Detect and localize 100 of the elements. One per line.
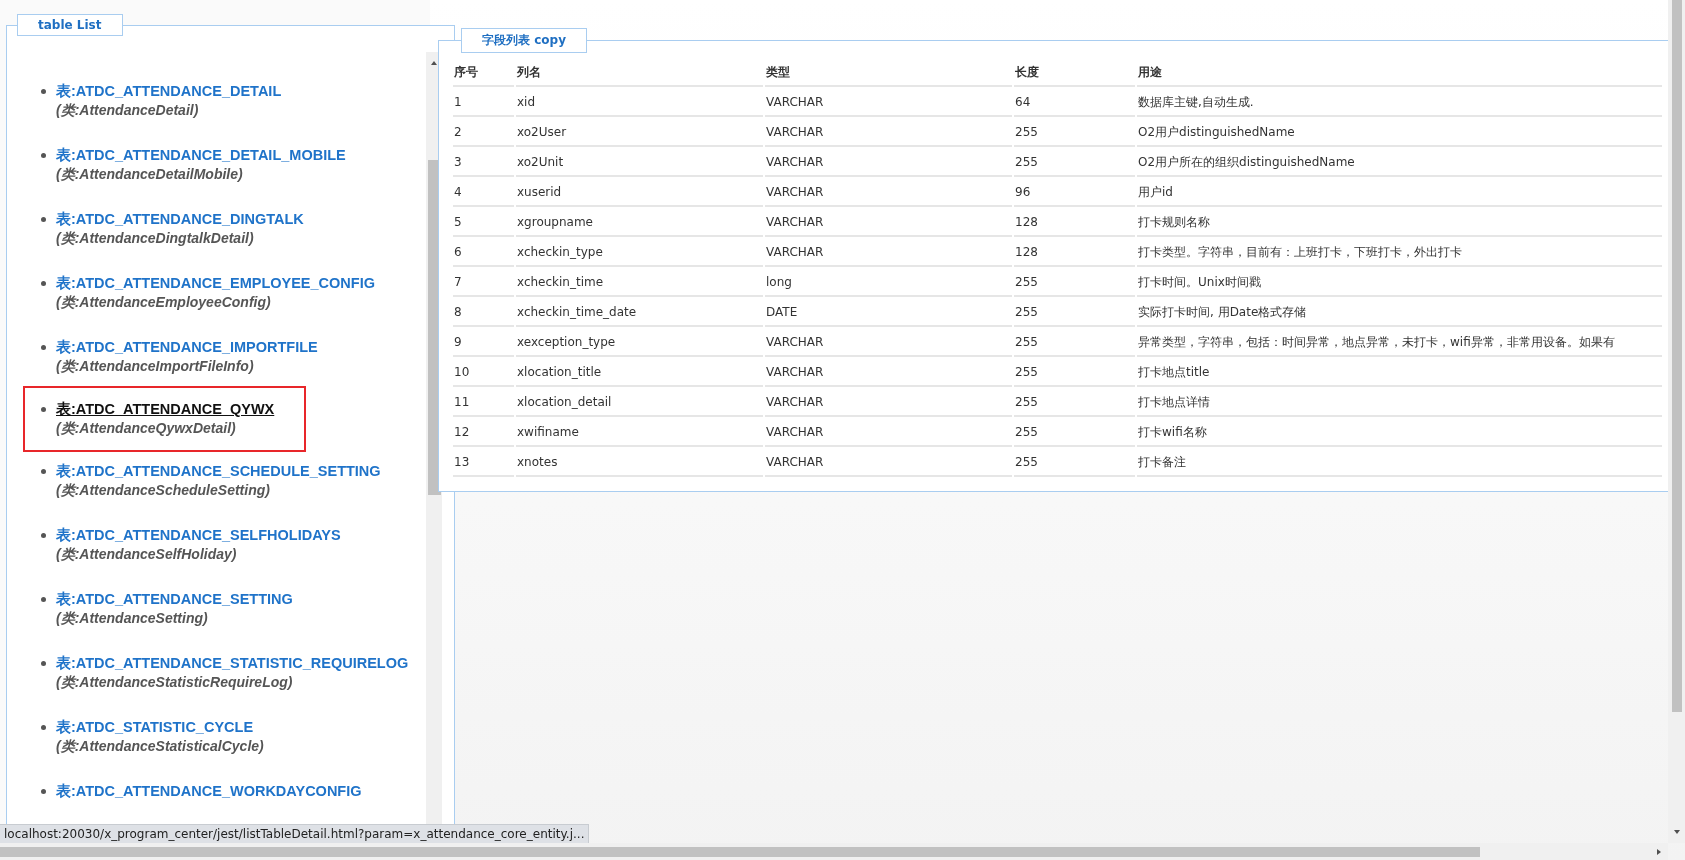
table-cell: 打卡时间。Unix时间戳 [1137,269,1662,297]
table-cell: 打卡地点title [1137,359,1662,387]
column-header: 序号 [453,55,514,87]
table-cell: 255 [1014,329,1135,357]
table-link[interactable]: 表:ATDC_ATTENDANCE_SCHEDULE_SETTING [56,462,381,481]
horizontal-scrollbar[interactable] [0,843,1668,860]
class-name: (类:AttendanceQywxDetail) [56,419,237,438]
table-cell: O2用户所在的组织distinguishedName [1137,149,1662,177]
list-item[interactable]: 表:ATDC_ATTENDANCE_DETAIL (类:AttendanceDetail) [23,78,300,124]
list-item[interactable]: 表:ATDC_ATTENDANCE_EMPLOYEE_CONFIG (类:AttendanceEmployeeConfig) [23,270,393,316]
class-name: (类:AttendanceScheduleSetting) [56,481,271,500]
table-link[interactable]: 表:ATDC_STATISTIC_CYCLE [56,718,264,737]
table-cell: 5 [453,209,514,237]
table-cell: 255 [1014,299,1135,327]
table-cell: xexception_type [516,329,763,357]
table-cell: 实际打卡时间, 用Date格式存储 [1137,299,1662,327]
table-cell: xuserid [516,179,763,207]
class-name: (类:AttendanceDingtalkDetail) [56,229,255,248]
highlighted-list-item[interactable]: 表:ATDC_ATTENDANCE_QYWX (类:AttendanceQywxDetail) [23,386,307,452]
table-cell: VARCHAR [765,359,1012,387]
list-item[interactable]: 表:ATDC_ATTENDANCE_SCHEDULE_SETTING (类:AttendanceScheduleSetting) [23,458,399,504]
table-cell: VARCHAR [765,179,1012,207]
table-cell: 13 [453,449,514,477]
table-cell: 8 [453,299,514,327]
bullet-icon [41,789,46,794]
table-cell: VARCHAR [765,89,1012,117]
list-item[interactable]: 表:ATDC_ATTENDANCE_SELFHOLIDAYS (类:AttendanceSelfHoliday) [23,522,359,568]
list-item[interactable]: 表:ATDC_ATTENDANCE_STATISTIC_REQUIRELOG (类:AttendanceStatisticRequireLog) [23,650,427,696]
table-cell: 1 [453,89,514,117]
table-cell: 64 [1014,89,1135,117]
table-cell: O2用户distinguishedName [1137,119,1662,147]
table-cell: DATE [765,299,1012,327]
list-item[interactable]: 表:ATDC_STATISTIC_CYCLE (类:AttendanceStatisticalCycle) [23,714,282,760]
table-cell: 255 [1014,119,1135,147]
table-cell: 255 [1014,419,1135,447]
bullet-icon [41,407,46,412]
table-cell: 255 [1014,149,1135,177]
table-cell: 255 [1014,359,1135,387]
table-cell: 9 [453,329,514,357]
bullet-icon [41,469,46,474]
table-link[interactable]: 表:ATDC_ATTENDANCE_DINGTALK [56,210,304,229]
class-name: (类:AttendanceDetailMobile) [56,165,244,184]
table-link[interactable]: 表:ATDC_ATTENDANCE_SELFHOLIDAYS [56,526,341,545]
table-cell: 打卡wifi名称 [1137,419,1662,447]
column-header: 类型 [765,55,1012,87]
table-cell: 11 [453,389,514,417]
bullet-icon [41,217,46,222]
table-cell: 打卡地点详情 [1137,389,1662,417]
bullet-icon [41,597,46,602]
table-link[interactable]: 表:ATDC_ATTENDANCE_DETAIL [56,82,282,101]
table-cell: xid [516,89,763,117]
page-scrollbar[interactable] [1668,0,1685,843]
table-cell: 3 [453,149,514,177]
table-cell: 255 [1014,269,1135,297]
table-cell: VARCHAR [765,209,1012,237]
class-name: (类:AttendanceStatisticRequireLog) [56,673,294,692]
class-name: (类:AttendanceSelfHoliday) [56,545,238,564]
bullet-icon [41,89,46,94]
table-cell: xlocation_title [516,359,763,387]
table-cell: VARCHAR [765,419,1012,447]
table-cell: 96 [1014,179,1135,207]
table-link[interactable]: 表:ATDC_ATTENDANCE_DETAIL_MOBILE [56,146,346,165]
list-item[interactable]: 表:ATDC_ATTENDANCE_DINGTALK (类:AttendanceDingtalkDetail) [23,206,322,252]
table-cell: VARCHAR [765,329,1012,357]
table-link[interactable]: 表:ATDC_ATTENDANCE_IMPORTFILE [56,338,318,357]
list-item[interactable]: 表:ATDC_ATTENDANCE_DETAIL_MOBILE (类:AttendanceDetailMobile) [23,142,364,188]
table-cell: 4 [453,179,514,207]
table-cell: 128 [1014,209,1135,237]
column-header: 列名 [516,55,763,87]
table-link[interactable]: 表:ATDC_ATTENDANCE_SETTING [56,590,293,609]
table-cell: xcheckin_time_date [516,299,763,327]
table-cell: VARCHAR [765,389,1012,417]
table-cell: 数据库主键,自动生成. [1137,89,1662,117]
table-cell: xo2User [516,119,763,147]
url-tooltip: localhost:20030/x_program_center/jest/listTableDetail.html?param=x_attendance_core_entity.j... [0,824,590,843]
column-header: 用途 [1137,55,1662,87]
table-cell: 打卡备注 [1137,449,1662,477]
table-link[interactable]: 表:ATDC_ATTENDANCE_STATISTIC_REQUIRELOG [56,654,409,673]
table-link[interactable]: 表:ATDC_ATTENDANCE_WORKDAYCONFIG [56,782,362,801]
bullet-icon [41,281,46,286]
table-cell: 128 [1014,239,1135,267]
table-link[interactable]: 表:ATDC_ATTENDANCE_EMPLOYEE_CONFIG [56,274,375,293]
table-cell: VARCHAR [765,149,1012,177]
table-cell: VARCHAR [765,119,1012,147]
table-cell: xcheckin_type [516,239,763,267]
table-link[interactable]: 表:ATDC_ATTENDANCE_QYWX [56,400,275,419]
bullet-icon [41,725,46,730]
list-item[interactable]: 表:ATDC_ATTENDANCE_WORKDAYCONFIG [23,778,380,805]
table-cell: 2 [453,119,514,147]
list-item[interactable]: 表:ATDC_ATTENDANCE_SETTING (类:AttendanceSetting) [23,586,311,632]
table-cell: xgroupname [516,209,763,237]
table-cell: 用户id [1137,179,1662,207]
list-item[interactable]: 表:ATDC_ATTENDANCE_IMPORTFILE (类:AttendanceImportFileInfo) [23,334,336,380]
table-cell: 打卡规则名称 [1137,209,1662,237]
bullet-icon [41,345,46,350]
class-name: (类:AttendanceSetting) [56,609,209,628]
class-name: (类:AttendanceImportFileInfo) [56,357,255,376]
table-cell: 6 [453,239,514,267]
table-cell: xwifiname [516,419,763,447]
table-cell: VARCHAR [765,239,1012,267]
